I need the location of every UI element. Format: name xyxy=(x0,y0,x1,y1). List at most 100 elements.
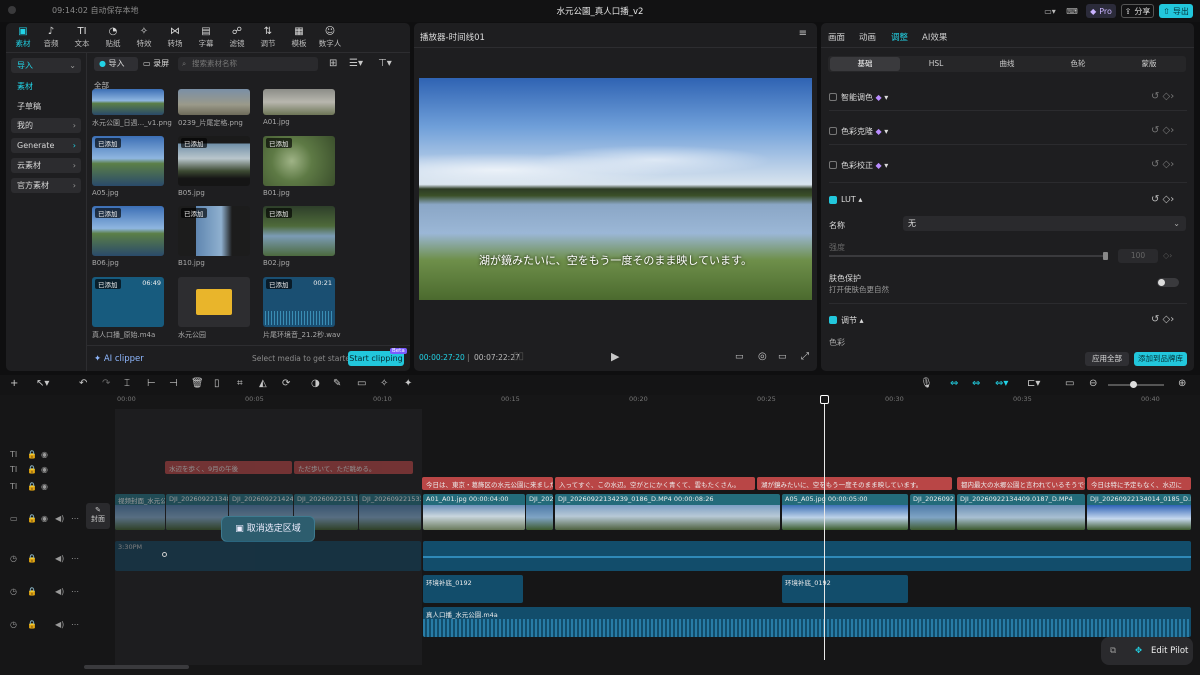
pro-badge[interactable]: ◆ Pro xyxy=(1086,4,1116,18)
strength-slider[interactable] xyxy=(829,252,1108,260)
lock-icon[interactable]: 🔒 xyxy=(27,465,37,474)
record-button[interactable]: ▭ 录屏 xyxy=(139,57,175,71)
media-item[interactable] xyxy=(263,89,335,115)
video-clip[interactable]: A01_A01.jpg 00:00:04:00 xyxy=(423,494,525,530)
reset-icon[interactable]: ↺ ◇› xyxy=(1151,125,1174,136)
grid-view-icon[interactable]: ⊞ xyxy=(329,58,337,69)
ai-tool-icon[interactable]: ✧ xyxy=(380,378,388,389)
skin-protect-toggle[interactable] xyxy=(1157,278,1179,287)
mirror-icon[interactable]: ◭ xyxy=(259,378,267,389)
tool-template[interactable]: ▦ 模板 xyxy=(284,26,314,49)
speaker-icon[interactable]: ◀) xyxy=(55,620,64,629)
media-item[interactable]: 已添加 xyxy=(263,206,335,256)
sidebar-item-generate[interactable]: Generate › xyxy=(11,138,81,153)
export-button[interactable]: ⇧ 导出 xyxy=(1159,4,1193,18)
keyframe-icon[interactable]: ◇› xyxy=(1163,251,1172,260)
speaker-icon[interactable]: ◀) xyxy=(55,587,64,596)
sidebar-item-subdraft[interactable]: 子草稿 xyxy=(11,99,81,114)
zoom-slider[interactable] xyxy=(1108,381,1164,388)
media-item[interactable]: 已添加 xyxy=(263,136,335,186)
lock-icon[interactable]: 🔒 xyxy=(27,450,37,459)
subtitle-overlay[interactable]: 湖が鏡みたいに、空をもう一度そのまま映しています。 xyxy=(419,252,812,268)
reset-icon[interactable]: ↺ ◇› xyxy=(1151,194,1174,205)
fullscreen-icon[interactable]: ⤢ xyxy=(801,351,809,362)
cover-button[interactable]: ✎ 封面 xyxy=(86,503,110,529)
more-icon[interactable]: ⋯ xyxy=(71,587,79,596)
slider-handle[interactable] xyxy=(1103,252,1108,260)
subtitle-clip[interactable]: 今日は、東京・葛飾区の水元公園に来ました xyxy=(422,477,553,490)
zoom-handle[interactable] xyxy=(1130,381,1137,388)
playhead[interactable] xyxy=(820,395,829,660)
lock-icon[interactable]: 🔒 xyxy=(27,620,37,629)
deselect-region-button[interactable]: ▣ 取消选定区域 xyxy=(221,516,315,542)
video-clip[interactable]: DJI_20260922134239_0186_D.MP4 00:00:08:2… xyxy=(555,494,780,530)
playhead-handle[interactable] xyxy=(820,395,829,404)
video-clip[interactable]: 视频封面_水元公 xyxy=(115,494,165,530)
ai-edit-icon[interactable]: ✦ xyxy=(404,378,412,389)
smart-color-label[interactable]: 智能调色 ◆ ▾ xyxy=(841,92,888,103)
tool-media[interactable]: ▣ 素材 xyxy=(8,26,38,49)
horizontal-scrollbar[interactable] xyxy=(84,665,189,669)
quality-icon[interactable]: ▭ xyxy=(735,352,744,362)
subtitle-clip[interactable]: ただ歩いて、ただ眺める。 xyxy=(294,461,413,474)
layout-icon[interactable]: ▭▾ xyxy=(1040,4,1060,18)
snapshot-icon[interactable]: ◎ xyxy=(758,351,767,362)
more-icon[interactable]: ⋯ xyxy=(71,514,79,523)
undo-icon[interactable]: ↶ xyxy=(79,378,87,389)
tool-transition[interactable]: ⋈ 转场 xyxy=(160,26,190,49)
sort-icon[interactable]: ☰▾ xyxy=(349,58,363,69)
color-correct-checkbox[interactable] xyxy=(829,161,837,169)
rotate-icon[interactable]: ⟳ xyxy=(282,378,290,389)
lut-checkbox[interactable] xyxy=(829,196,837,204)
magic-icon[interactable]: ✎ xyxy=(333,378,341,389)
video-clip[interactable]: DJI_20260922134409.0187_D.MP4 xyxy=(957,494,1085,530)
subtab-mask[interactable]: 蒙版 xyxy=(1114,57,1184,71)
time-ruler[interactable]: 00:00 00:05 00:10 00:15 00:20 00:25 00:3… xyxy=(115,395,1200,409)
color-match-checkbox[interactable] xyxy=(829,127,837,135)
video-clip[interactable]: DJI_2026092 xyxy=(910,494,955,530)
tool-caption[interactable]: ▤ 字幕 xyxy=(191,26,221,49)
adjust-label[interactable]: 调节 ▴ xyxy=(841,315,864,326)
crop-icon[interactable]: ⌗ xyxy=(237,378,243,389)
media-item[interactable]: 已添加 xyxy=(92,136,164,186)
microphone-icon[interactable]: 🎙 xyxy=(920,378,933,389)
speaker-icon[interactable]: ◀) xyxy=(55,554,64,563)
media-item[interactable]: 已添加 xyxy=(178,206,250,256)
ambient-clip[interactable]: 环境补底_0192 xyxy=(782,575,908,603)
reset-icon[interactable]: ↺ ◇› xyxy=(1151,159,1174,170)
subtitle-clip[interactable]: 水辺を歩く、9月の午後 xyxy=(165,461,292,474)
split-right-icon[interactable]: ⊣ xyxy=(169,378,178,389)
keyboard-icon[interactable]: ⌨ xyxy=(1065,4,1079,18)
eye-icon[interactable]: ◉ xyxy=(41,514,48,523)
video-clip[interactable]: A05_A05.jpg 00:00:05:00 xyxy=(782,494,908,530)
audio-clip[interactable] xyxy=(423,541,1191,571)
adjust-checkbox[interactable] xyxy=(829,316,837,324)
project-title[interactable]: 水元公園_真人口播_v2 xyxy=(0,5,1200,17)
speaker-icon[interactable]: ◀) xyxy=(55,514,64,523)
reset-icon[interactable]: ↺ ◇› xyxy=(1151,314,1174,325)
caption-tool-icon[interactable]: ▭ xyxy=(357,378,366,389)
media-item-folder[interactable] xyxy=(178,277,250,327)
eye-icon[interactable]: ◉ xyxy=(41,465,48,474)
sidebar-import[interactable]: 导入 ⌄ xyxy=(11,58,81,73)
zoom-in-icon[interactable]: ⊕ xyxy=(1178,378,1186,389)
menu-icon[interactable]: ≡ xyxy=(799,28,807,39)
freeze-icon[interactable]: ▯ xyxy=(214,378,220,389)
filter-icon[interactable]: ⊤▾ xyxy=(378,58,392,69)
media-item[interactable] xyxy=(178,89,250,115)
reset-icon[interactable]: ↺ ◇› xyxy=(1151,91,1174,102)
eye-icon[interactable]: ◉ xyxy=(41,450,48,459)
media-item[interactable]: 已添加 xyxy=(178,136,250,186)
subtitle-clip[interactable]: 湖が鏡みたいに、空をもう一度そのまま映しています。 xyxy=(757,477,952,490)
fit-icon[interactable]: ▭ xyxy=(1065,378,1074,389)
color-match-label[interactable]: 色彩克隆 ◆ ▾ xyxy=(841,126,888,137)
video-clip[interactable]: DJI_20260922134014_0185_D.MP4 xyxy=(1087,494,1191,530)
add-preset-button[interactable]: 添加到品牌库 xyxy=(1134,352,1187,366)
tool-avatar[interactable]: ☺ 数字人 xyxy=(315,26,345,49)
select-tool-icon[interactable]: ↖▾ xyxy=(36,378,49,389)
strength-input[interactable]: 100 xyxy=(1118,249,1158,263)
sidebar-item-cloud[interactable]: 云素材 › xyxy=(11,158,81,173)
voice-clip[interactable]: 真人口播_水元公園.m4a xyxy=(423,607,1191,637)
ratio-icon[interactable]: ▭ xyxy=(778,352,787,362)
preview-axis-icon[interactable]: ⊏▾ xyxy=(1027,378,1040,389)
